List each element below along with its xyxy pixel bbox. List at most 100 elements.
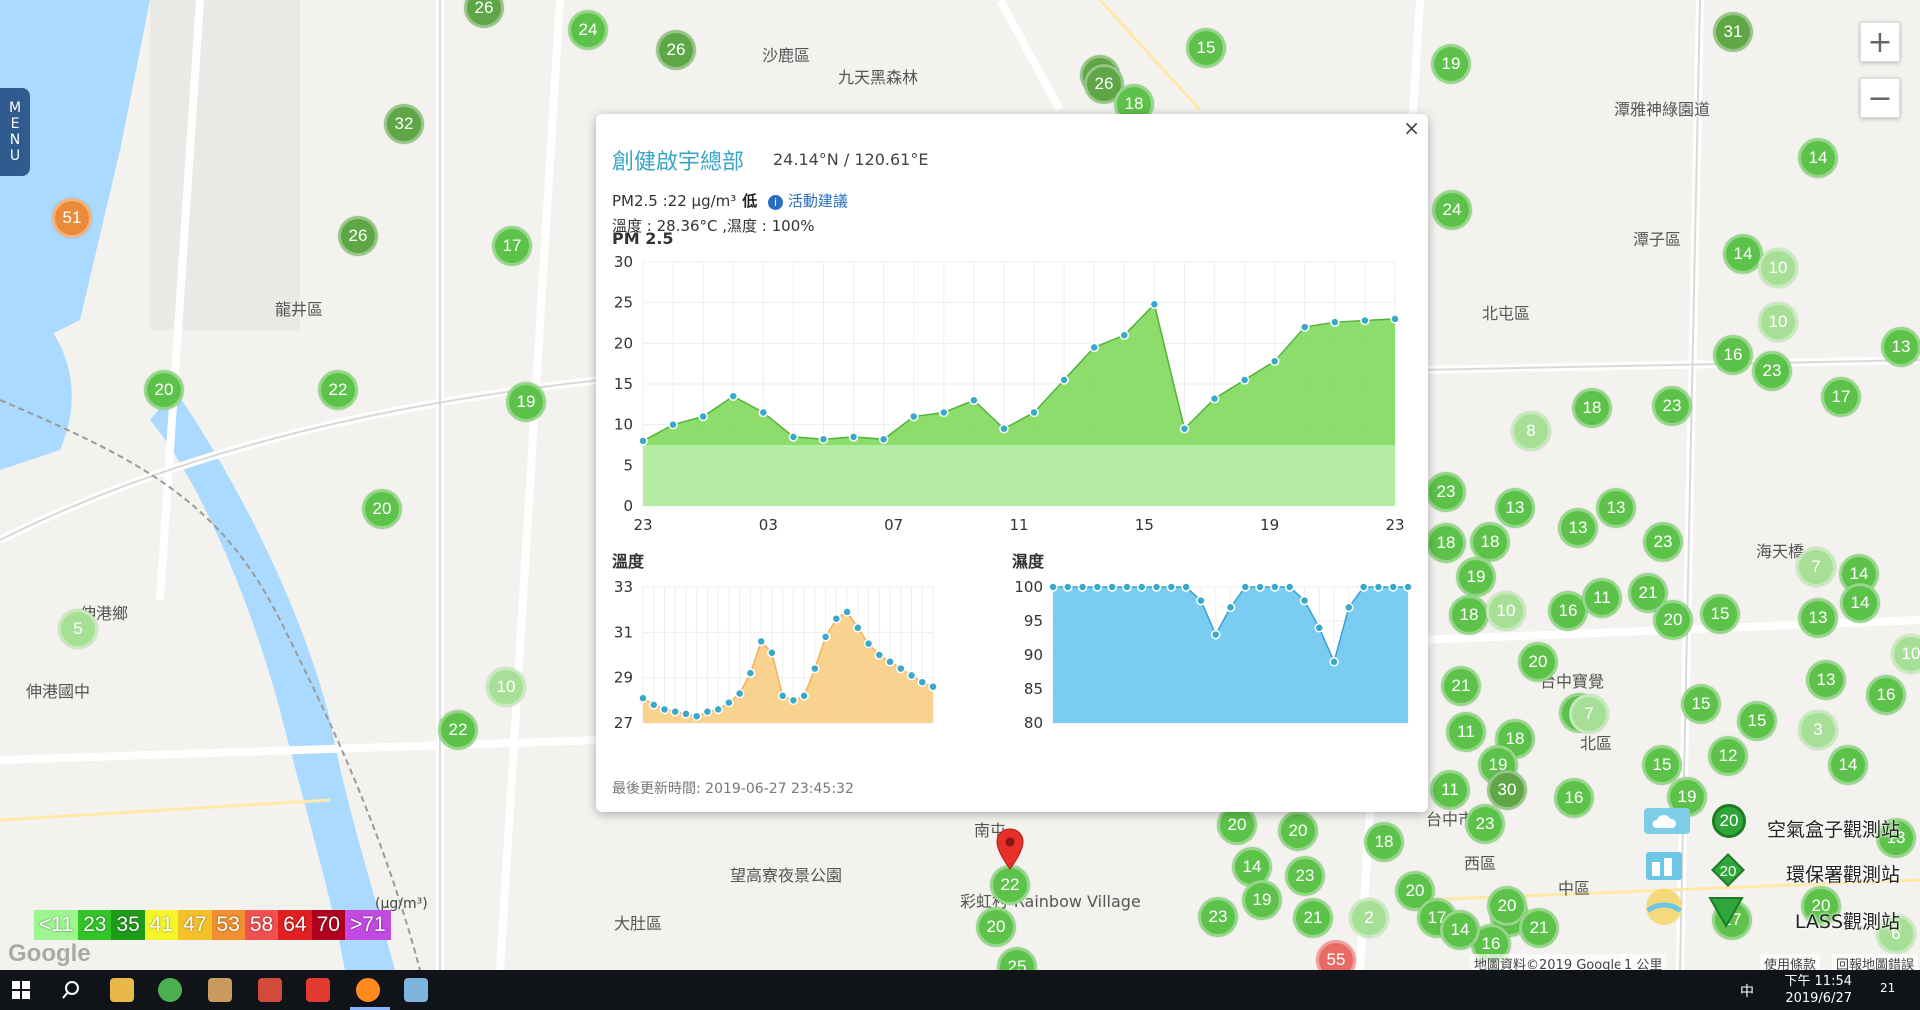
- station-marker[interactable]: 13: [1596, 488, 1636, 528]
- report-error-link[interactable]: 回報地圖錯誤: [1832, 954, 1919, 970]
- station-marker[interactable]: 7: [1796, 547, 1836, 587]
- station-marker[interactable]: 26: [656, 30, 696, 70]
- place-label: 大肚區: [614, 914, 663, 933]
- station-marker[interactable]: 10: [486, 667, 526, 707]
- station-marker[interactable]: 16: [1866, 675, 1906, 715]
- station-marker[interactable]: 20: [1278, 811, 1318, 851]
- station-marker[interactable]: 30: [1487, 770, 1527, 810]
- app-icon[interactable]: [208, 978, 232, 1002]
- station-marker[interactable]: 16: [1713, 335, 1753, 375]
- data-point: [1314, 623, 1324, 633]
- station-marker[interactable]: 22: [318, 370, 358, 410]
- station-marker[interactable]: 15: [1700, 594, 1740, 634]
- station-marker[interactable]: 17: [1821, 377, 1861, 417]
- close-icon[interactable]: ×: [1403, 116, 1420, 140]
- app-icon-2[interactable]: [258, 978, 282, 1002]
- activity-advice-link[interactable]: 活動建議: [788, 192, 848, 210]
- firefox-icon[interactable]: [356, 978, 380, 1002]
- windows-start-icon[interactable]: [12, 981, 30, 999]
- station-marker[interactable]: 22: [990, 865, 1030, 905]
- map[interactable]: 沙鹿區 九天黑森林 龍井區 伸港鄉 伸港國中 望高寮夜景公園 大肚區 潭雅神綠園道 潭子區 北屯區…: [0, 0, 1920, 970]
- station-marker[interactable]: 20: [976, 907, 1016, 947]
- station-marker[interactable]: 11: [1582, 578, 1622, 618]
- station-marker[interactable]: 15: [1737, 701, 1777, 741]
- station-marker[interactable]: 11: [1430, 770, 1470, 810]
- station-marker[interactable]: 20: [1518, 642, 1558, 682]
- station-marker[interactable]: 21: [1293, 898, 1333, 938]
- station-marker[interactable]: 10: [1758, 302, 1798, 342]
- station-marker[interactable]: 17: [492, 226, 532, 266]
- station-marker[interactable]: 32: [384, 104, 424, 144]
- station-marker[interactable]: 13: [1558, 508, 1598, 548]
- station-marker[interactable]: 23: [1426, 472, 1466, 512]
- station-marker[interactable]: 12: [1708, 736, 1748, 776]
- search-icon[interactable]: [62, 981, 80, 999]
- station-marker[interactable]: 20: [1653, 600, 1693, 640]
- station-marker[interactable]: 31: [1713, 12, 1753, 52]
- station-marker[interactable]: 16: [1554, 778, 1594, 818]
- station-marker[interactable]: 21: [1519, 908, 1559, 948]
- station-marker[interactable]: 5: [58, 609, 98, 649]
- station-marker[interactable]: 8: [1511, 411, 1551, 451]
- station-marker[interactable]: 2: [1349, 898, 1389, 938]
- station-marker[interactable]: 23: [1198, 897, 1238, 937]
- station-marker[interactable]: 13: [1495, 488, 1535, 528]
- station-marker[interactable]: 20: [362, 489, 402, 529]
- station-marker[interactable]: 15: [1186, 28, 1226, 68]
- app-icon-4[interactable]: [404, 978, 428, 1002]
- station-marker[interactable]: 26: [338, 216, 378, 256]
- station-marker[interactable]: 23: [1752, 351, 1792, 391]
- station-marker[interactable]: 23: [1285, 856, 1325, 896]
- terms-link[interactable]: 使用條款: [1760, 954, 1821, 970]
- station-marker[interactable]: 23: [1643, 522, 1683, 562]
- station-marker[interactable]: 14: [1798, 138, 1838, 178]
- station-marker[interactable]: 51: [52, 198, 92, 238]
- app-icon-3[interactable]: [306, 978, 330, 1002]
- station-marker[interactable]: 21: [1441, 666, 1481, 706]
- station-marker[interactable]: 19: [1456, 557, 1496, 597]
- station-marker[interactable]: 14: [1828, 745, 1868, 785]
- station-marker[interactable]: 18: [1470, 522, 1510, 562]
- station-marker[interactable]: 24: [568, 10, 608, 50]
- station-marker[interactable]: 24: [1432, 190, 1472, 230]
- station-marker[interactable]: 10: [1758, 248, 1798, 288]
- station-marker[interactable]: 15: [1681, 684, 1721, 724]
- zoom-out-button[interactable]: −: [1860, 78, 1900, 118]
- station-marker[interactable]: 14: [1723, 234, 1763, 274]
- station-marker[interactable]: 11: [1446, 712, 1486, 752]
- clock[interactable]: 下午 11:54 2019/6/27: [1784, 973, 1852, 1007]
- station-marker[interactable]: 10: [1486, 591, 1526, 631]
- station-marker[interactable]: 23: [1465, 804, 1505, 844]
- file-explorer-icon[interactable]: [110, 978, 134, 1002]
- station-marker[interactable]: 18: [1572, 388, 1612, 428]
- station-marker[interactable]: 3: [1798, 710, 1838, 750]
- menu-tab[interactable]: MENU: [0, 88, 30, 176]
- station-marker[interactable]: 13: [1798, 598, 1838, 638]
- info-icon[interactable]: i: [768, 195, 784, 210]
- station-marker[interactable]: 13: [1881, 327, 1920, 367]
- station-marker[interactable]: 19: [1242, 880, 1282, 920]
- station-marker[interactable]: 22: [438, 710, 478, 750]
- notification-count[interactable]: 21: [1880, 981, 1895, 995]
- ime-indicator[interactable]: 中: [1740, 981, 1754, 1001]
- place-label: 潭雅神綠園道: [1614, 100, 1711, 119]
- station-marker[interactable]: 14: [1440, 910, 1480, 950]
- station-marker[interactable]: 18: [1426, 523, 1466, 563]
- location-pin-icon[interactable]: [996, 828, 1024, 870]
- zoom-in-button[interactable]: +: [1860, 22, 1900, 62]
- station-marker[interactable]: 19: [506, 382, 546, 422]
- data-point: [799, 691, 809, 701]
- station-marker[interactable]: 23: [1652, 386, 1692, 426]
- station-marker[interactable]: 18: [1364, 822, 1404, 862]
- data-point: [1299, 595, 1310, 606]
- station-marker[interactable]: 7: [1569, 694, 1609, 734]
- station-marker[interactable]: 20: [144, 370, 184, 410]
- data-point: [878, 434, 889, 445]
- station-marker[interactable]: 13: [1806, 660, 1846, 700]
- station-marker[interactable]: 14: [1840, 583, 1880, 623]
- data-point: [745, 668, 756, 678]
- station-marker[interactable]: 18: [1449, 595, 1489, 635]
- station-marker[interactable]: 19: [1431, 44, 1471, 84]
- chrome-icon[interactable]: [158, 978, 182, 1002]
- x-tick-label: 11: [1009, 516, 1028, 534]
